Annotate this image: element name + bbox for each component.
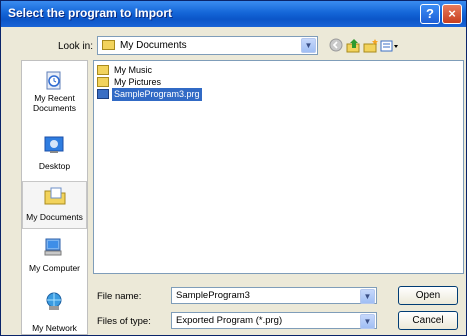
help-button[interactable]: ? — [420, 4, 440, 24]
place-label: My Recent Documents — [33, 93, 76, 113]
chevron-down-icon[interactable]: ▼ — [301, 38, 316, 53]
program-file-icon — [97, 89, 109, 99]
my-computer-icon — [44, 238, 62, 256]
place-label: My Network — [32, 323, 77, 333]
files-of-type-label: Files of type: — [97, 316, 151, 327]
place-my-documents[interactable]: My Documents — [22, 181, 87, 229]
places-bar: My Recent Documents Desktop My Documents… — [21, 60, 88, 335]
file-list[interactable]: My Music My Pictures SampleProgram3.prg — [93, 60, 464, 274]
file-name-value: SampleProgram3 — [176, 290, 250, 301]
recent-documents-icon — [46, 71, 61, 90]
open-button[interactable]: Open — [398, 286, 458, 305]
up-folder-icon[interactable] — [346, 38, 362, 54]
place-my-network[interactable]: My Network — [22, 287, 87, 334]
pictures-folder-icon — [97, 77, 109, 87]
new-folder-icon[interactable] — [363, 38, 379, 54]
place-my-recent-documents[interactable]: My Recent Documents — [22, 67, 87, 115]
chevron-down-icon[interactable]: ▼ — [360, 314, 375, 329]
look-in-label: Look in: — [58, 41, 94, 52]
look-in-value: My Documents — [120, 40, 187, 51]
back-icon[interactable] — [328, 38, 344, 54]
dialog-title: Select the program to Import — [8, 6, 173, 20]
cancel-button[interactable]: Cancel — [398, 311, 458, 330]
desktop-icon — [44, 136, 64, 153]
my-documents-icon — [44, 187, 66, 205]
files-of-type-dropdown[interactable]: Exported Program (*.prg) ▼ — [171, 312, 377, 329]
look-in-dropdown[interactable]: My Documents ▼ — [97, 36, 318, 55]
folder-icon — [102, 40, 115, 50]
file-name-label: File name: — [97, 291, 142, 302]
close-button[interactable]: × — [442, 4, 462, 24]
file-name: SampleProgram3.prg — [112, 88, 202, 101]
file-name-field[interactable]: SampleProgram3 ▼ — [171, 287, 377, 304]
chevron-down-icon[interactable]: ▼ — [360, 289, 375, 304]
place-label: Desktop — [38, 161, 71, 171]
place-label: My Documents — [26, 212, 83, 222]
music-folder-icon — [97, 65, 109, 75]
place-my-computer[interactable]: My Computer — [22, 233, 87, 281]
open-file-dialog: Select the program to Import ? × Look in… — [0, 0, 467, 336]
title-bar[interactable]: Select the program to Import ? × — [1, 1, 466, 27]
views-menu-icon[interactable] — [380, 38, 398, 54]
place-label: My Computer — [28, 263, 80, 273]
my-network-icon — [46, 292, 62, 310]
place-desktop[interactable]: Desktop — [22, 131, 87, 179]
files-of-type-value: Exported Program (*.prg) — [176, 315, 283, 326]
